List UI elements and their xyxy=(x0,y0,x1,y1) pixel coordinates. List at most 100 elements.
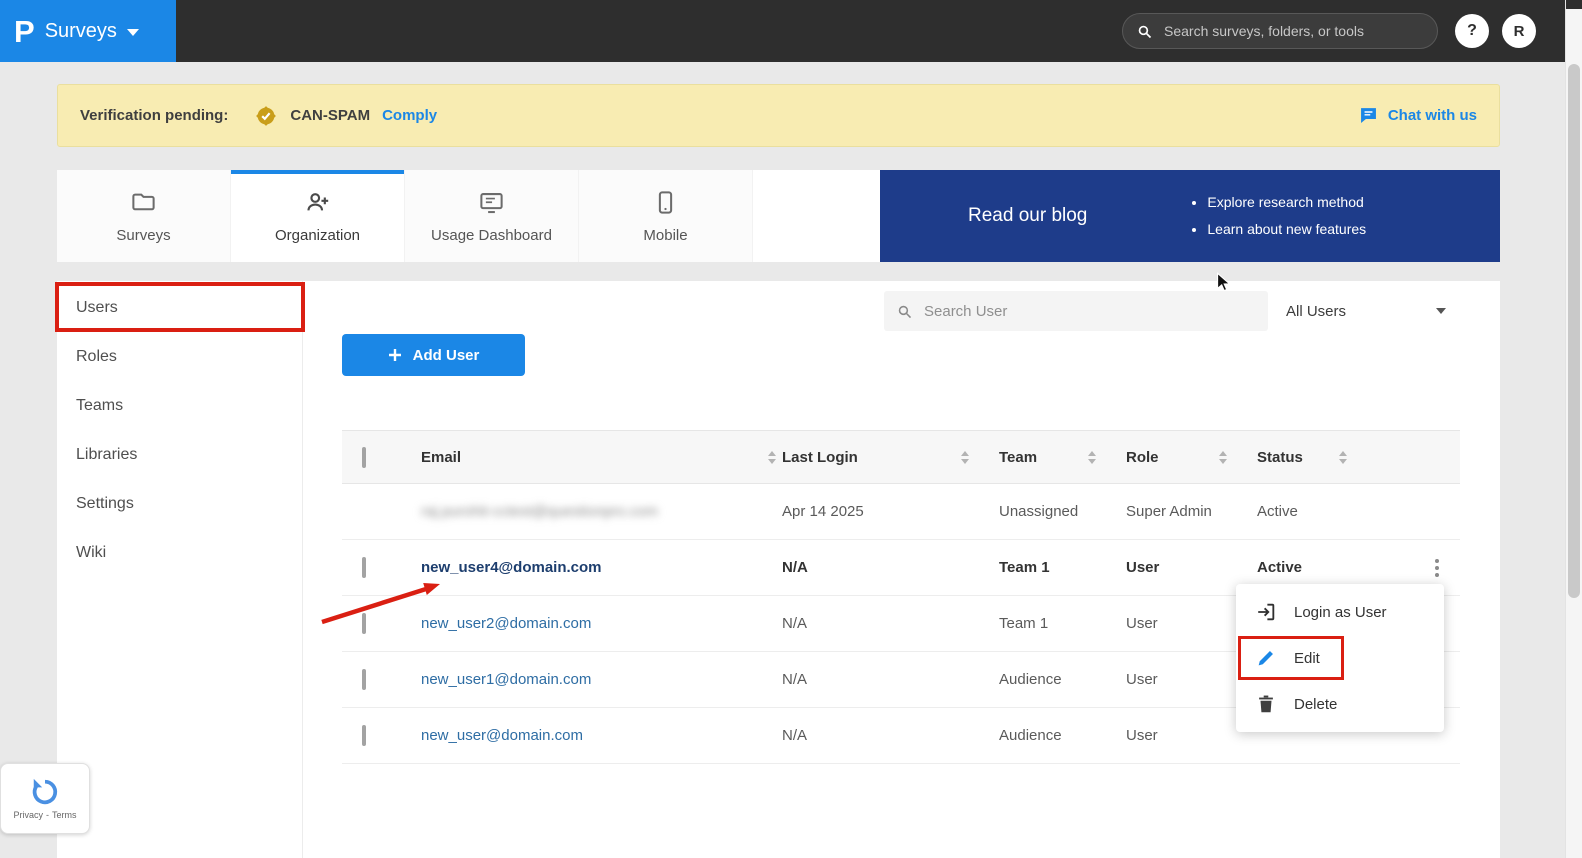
menu-item-label: Login as User xyxy=(1294,603,1387,621)
scrollbar-thumb[interactable] xyxy=(1568,64,1580,598)
tab-organization[interactable]: Organization xyxy=(231,170,405,262)
product-name: Surveys xyxy=(44,19,117,42)
user-search-input[interactable] xyxy=(922,301,1256,321)
verification-label: Verification pending: xyxy=(80,107,229,124)
role-cell: User xyxy=(1126,559,1160,576)
recaptcha-privacy-link[interactable]: Privacy xyxy=(13,810,43,820)
sidebar-item-roles[interactable]: Roles xyxy=(57,332,302,381)
chat-with-us-link[interactable]: Chat with us xyxy=(1358,105,1477,126)
role-cell: User xyxy=(1126,615,1158,632)
menu-item-login-as-user[interactable]: Login as User xyxy=(1236,589,1444,635)
chevron-down-icon xyxy=(1436,308,1446,314)
login-icon xyxy=(1258,603,1275,621)
row-actions-kebab-icon[interactable] xyxy=(1430,554,1444,582)
menu-item-delete[interactable]: Delete xyxy=(1236,681,1444,727)
team-cell: Team 1 xyxy=(999,559,1050,576)
sort-email[interactable] xyxy=(768,450,776,464)
chat-bubble-icon xyxy=(1360,108,1376,123)
chevron-down-icon xyxy=(126,29,139,36)
row-checkbox[interactable] xyxy=(362,725,366,746)
table-row: raj.purohit-cctest@questionpro.com Apr 1… xyxy=(342,484,1460,540)
sidebar-item-label: Teams xyxy=(76,396,124,414)
pencil-icon xyxy=(1258,651,1273,666)
blog-bullet: Learn about new features xyxy=(1207,216,1366,243)
avatar[interactable]: R xyxy=(1502,14,1536,48)
search-icon xyxy=(1138,25,1152,38)
team-cell: Unassigned xyxy=(999,503,1079,520)
sidebar-item-settings[interactable]: Settings xyxy=(57,479,302,528)
tab-label: Surveys xyxy=(116,226,171,244)
search-icon xyxy=(898,305,912,318)
email-link[interactable]: new_user1@domain.com xyxy=(421,671,591,688)
sort-status[interactable] xyxy=(1339,450,1347,464)
product-switcher[interactable]: P Surveys xyxy=(0,0,176,62)
status-cell: Active xyxy=(1257,503,1298,520)
brand-logo: P xyxy=(14,13,35,49)
user-filter-value: All Users xyxy=(1286,302,1347,320)
help-button[interactable]: ? xyxy=(1455,14,1489,48)
recaptcha-terms-link[interactable]: Terms xyxy=(52,810,77,820)
global-search-input[interactable] xyxy=(1162,22,1424,40)
last-login-cell: N/A xyxy=(782,671,808,688)
app-root: P Surveys ? R Verification pending: CAN-… xyxy=(0,0,1582,858)
row-checkbox[interactable] xyxy=(362,557,366,578)
help-label: ? xyxy=(1467,22,1477,39)
sidebar-item-users[interactable]: Users xyxy=(57,283,302,332)
last-login-cell: Apr 14 2025 xyxy=(782,503,864,520)
column-header-last-login: Last Login xyxy=(782,448,858,466)
recaptcha-badge: Privacy - Terms xyxy=(0,763,90,834)
top-bar: P Surveys ? R xyxy=(0,0,1582,62)
team-cell: Audience xyxy=(999,727,1062,744)
mobile-phone-icon xyxy=(658,190,673,214)
add-user-label: Add User xyxy=(412,346,480,364)
user-search[interactable] xyxy=(884,291,1268,331)
scrollbar-cap xyxy=(1566,0,1582,9)
sidebar-item-teams[interactable]: Teams xyxy=(57,381,302,430)
sort-last-login[interactable] xyxy=(961,450,969,464)
row-checkbox[interactable] xyxy=(362,669,366,690)
recaptcha-separator: - xyxy=(46,810,49,820)
folder-icon xyxy=(132,193,155,210)
tab-surveys[interactable]: Surveys xyxy=(57,170,231,262)
page-scrollbar[interactable] xyxy=(1565,0,1582,858)
last-login-cell: N/A xyxy=(782,559,808,576)
blog-bullet: Explore research method xyxy=(1207,189,1366,216)
email-link[interactable]: new_user@domain.com xyxy=(421,727,583,744)
select-all-checkbox[interactable] xyxy=(362,446,366,468)
sidebar-item-libraries[interactable]: Libraries xyxy=(57,430,302,479)
email-link[interactable]: new_user2@domain.com xyxy=(421,615,591,632)
sort-team[interactable] xyxy=(1088,450,1096,464)
email-cell: raj.purohit-cctest@questionpro.com xyxy=(421,503,658,520)
email-link[interactable]: new_user4@domain.com xyxy=(421,559,602,576)
plus-icon xyxy=(388,349,401,361)
menu-item-edit[interactable]: Edit xyxy=(1236,635,1444,681)
trash-icon xyxy=(1259,695,1273,713)
can-spam-label: CAN-SPAM xyxy=(290,107,371,124)
module-tabs: Surveys Organization Usage Dashboard Mob… xyxy=(57,170,880,262)
sidebar-item-label: Settings xyxy=(76,494,134,512)
column-header-status: Status xyxy=(1257,448,1303,466)
sidebar-item-label: Users xyxy=(76,298,118,316)
organization-sidebar: Users Roles Teams Libraries Settings Wik… xyxy=(57,281,303,858)
user-filter-dropdown[interactable]: All Users xyxy=(1286,291,1452,331)
role-cell: User xyxy=(1126,727,1158,744)
add-user-button[interactable]: Add User xyxy=(342,334,525,376)
tab-label: Organization xyxy=(274,226,361,244)
role-cell: Super Admin xyxy=(1126,503,1212,520)
menu-item-label: Edit xyxy=(1294,649,1320,667)
row-checkbox[interactable] xyxy=(362,613,366,634)
sort-role[interactable] xyxy=(1219,450,1227,464)
comply-link[interactable]: Comply xyxy=(382,107,437,124)
status-cell: Active xyxy=(1257,559,1303,576)
tab-usage-dashboard[interactable]: Usage Dashboard xyxy=(405,170,579,262)
sidebar-item-label: Libraries xyxy=(76,445,138,463)
tab-label: Usage Dashboard xyxy=(431,226,552,244)
avatar-initial: R xyxy=(1513,22,1525,40)
organization-users-icon xyxy=(307,192,329,210)
sidebar-item-wiki[interactable]: Wiki xyxy=(57,528,302,577)
role-cell: User xyxy=(1126,671,1158,688)
column-header-email: Email xyxy=(421,448,462,466)
tab-mobile[interactable]: Mobile xyxy=(579,170,753,262)
global-search[interactable] xyxy=(1122,13,1438,49)
blog-promo-panel[interactable]: Read our blog Explore research method Le… xyxy=(880,170,1500,262)
